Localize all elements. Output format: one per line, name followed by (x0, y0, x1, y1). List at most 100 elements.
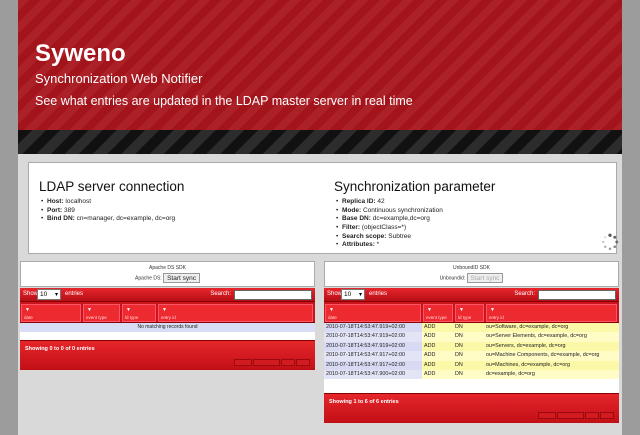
info-panel: LDAP server connection Host: localhost P… (28, 162, 619, 254)
previous-page-button[interactable] (253, 359, 280, 366)
column-header-event-type[interactable]: ▼ event type (83, 304, 120, 322)
unboundid-start-sync-button[interactable]: Start sync (466, 273, 504, 283)
column-header-date[interactable]: ▼ date (21, 304, 81, 322)
column-label: event type (426, 315, 447, 320)
apache-sdk-label: Apache DS: (135, 275, 162, 282)
sync-key: Replica ID: (342, 198, 376, 205)
cell-date: 2010-07-18T14:53:47.919+02:00 (324, 332, 422, 342)
column-label: ld type (458, 315, 472, 320)
entries-label: entries (65, 291, 84, 297)
column-label: date (24, 315, 33, 320)
app-subtitle: Synchronization Web Notifier (35, 71, 203, 86)
unboundid-sdk-title: UnboundID SDK (453, 265, 490, 271)
sort-arrow-icon: ▼ (25, 307, 30, 313)
cell-ld-type: DN (455, 352, 463, 359)
table-row[interactable]: 2010-07-18T14:53:47.917+02:00 ADD DN ou=Mac… (324, 351, 619, 361)
entries-per-page-select[interactable]: 10 (37, 289, 61, 300)
apache-table-footer: Showing 0 to 0 of 0 entries (20, 340, 315, 370)
unboundid-search-input[interactable] (538, 290, 616, 300)
entries-per-page-value: 10 (40, 291, 48, 298)
column-header-date[interactable]: ▼ date (325, 304, 421, 322)
ldap-item-host: Host: localhost (41, 198, 184, 207)
unboundid-table-footer: Showing 1 to 6 of 6 entries (324, 393, 619, 423)
ldap-heading: LDAP server connection (39, 179, 185, 194)
cell-date: 2010-07-18T14:53:47.900+02:00 (324, 369, 422, 380)
column-header-entry-id[interactable]: ▼ entry id (158, 304, 313, 322)
sync-item-basedn: Base DN: dc=example,dc=org (336, 215, 495, 224)
first-page-button[interactable] (538, 412, 556, 419)
table-row[interactable]: 2010-07-18T14:53:47.919+02:00 ADD DN ou=Sof… (324, 323, 619, 333)
ldap-item-binddn: Bind DN: cn=manager, dc=example, dc=org (41, 215, 184, 224)
cell-ld-type: DN (455, 324, 463, 330)
next-page-button[interactable] (585, 412, 599, 419)
apache-pagination (233, 359, 310, 366)
sync-value: (objectClass=*) (361, 224, 407, 232)
show-label: Show (23, 291, 39, 297)
cell-ld-type: DN (455, 370, 463, 377)
table-row[interactable]: 2010-07-18T14:53:47.919+02:00 ADD DN ou=Ser… (324, 341, 619, 352)
last-page-button[interactable] (296, 359, 310, 366)
sync-item-replica: Replica ID: 42 (336, 198, 495, 207)
column-label: entry id (161, 315, 176, 320)
sync-key: Base DN: (342, 215, 371, 223)
sync-key: Filter: (342, 224, 361, 232)
cell-entry-id: ou=Machines, dc=example, dc=org (486, 361, 571, 368)
cell-ld-type: DN (455, 342, 463, 349)
sort-arrow-icon: ▼ (329, 307, 334, 313)
sort-arrow-icon: ▼ (87, 307, 92, 313)
sync-item-attributes: Attributes: * (336, 241, 495, 250)
show-label: Show (327, 291, 343, 297)
entries-label: entries (369, 291, 388, 297)
sync-parameter-section: Synchronization parameter Replica ID: 42… (334, 179, 495, 250)
first-page-button[interactable] (234, 359, 252, 366)
ldap-value: 389 (63, 206, 75, 214)
cell-ld-type: DN (455, 333, 463, 340)
cell-date: 2010-07-18T14:53:47.917+02:00 (324, 351, 422, 361)
table-row[interactable]: 2010-07-18T14:53:47.917+02:00 ADD DN ou=Mac… (324, 360, 619, 370)
unboundid-table-toolbar: Show 10 entries Search: (324, 288, 619, 302)
unboundid-sdk-box: UnboundID SDK Unboundid: Start sync (324, 261, 619, 287)
search-label: Search: (514, 291, 535, 297)
column-header-ld-type[interactable]: ▼ ld type (455, 304, 484, 322)
sync-key: Search scope: (342, 232, 387, 240)
table-row[interactable]: 2010-07-18T14:53:47.900+02:00 ADD DN dc=exa… (324, 369, 619, 380)
apache-sdk-box: Apache DS SDK Apache DS: Start sync (20, 261, 315, 287)
entries-per-page-value: 10 (344, 291, 352, 298)
apache-sdk-title: Apache DS SDK (149, 265, 186, 271)
sync-item-filter: Filter: (objectClass=*) (336, 224, 495, 233)
column-header-ld-type[interactable]: ▼ ld type (122, 304, 156, 322)
cell-entry-id: dc=example, dc=org (486, 370, 535, 377)
sort-arrow-icon: ▼ (490, 307, 495, 313)
ldap-value: cn=manager, dc=example, dc=org (76, 215, 176, 223)
no-records-message: No matching records found (20, 323, 315, 332)
ldap-key: Host: (47, 198, 64, 205)
last-page-button[interactable] (600, 412, 614, 419)
apache-start-sync-button[interactable]: Start sync (163, 273, 200, 283)
column-header-entry-id[interactable]: ▼ entry id (486, 304, 617, 322)
app-description: See what entries are updated in the LDAP… (35, 94, 413, 108)
cell-event-type: ADD (424, 361, 436, 368)
header-stripe (18, 130, 622, 154)
unboundid-pagination (537, 412, 614, 419)
next-page-button[interactable] (281, 359, 295, 366)
ldap-list: Host: localhost Port: 389 Bind DN: cn=ma… (39, 198, 184, 224)
cell-event-type: ADD (424, 333, 436, 340)
cell-entry-id: ou=Machine Components, dc=example, dc=or… (486, 352, 600, 359)
unboundid-sdk-row: Unboundid: Start sync (325, 273, 618, 283)
unboundid-table-panel: Show 10 entries Search: ▼ date ▼ event typ… (324, 288, 619, 423)
column-label: entry id (489, 315, 504, 320)
cell-date: 2010-07-18T14:53:47.919+02:00 (324, 323, 422, 333)
table-row[interactable]: 2010-07-18T14:53:47.919+02:00 ADD DN ou=Ser… (324, 332, 619, 342)
previous-page-button[interactable] (557, 412, 584, 419)
entries-per-page-select[interactable]: 10 (341, 289, 365, 300)
loading-spinner-icon (602, 233, 619, 251)
unboundid-table-header: ▼ date ▼ event type ▼ ld type ▼ entry id (324, 302, 619, 323)
cell-entry-id: ou=Server Elements, dc=example, dc=org (486, 333, 587, 340)
column-header-event-type[interactable]: ▼ event type (423, 304, 453, 322)
apache-search-input[interactable] (234, 290, 312, 300)
sync-key: Attributes: (342, 241, 375, 249)
ldap-item-port: Port: 389 (41, 206, 184, 216)
cell-event-type: ADD (424, 342, 436, 349)
search-label: Search: (210, 291, 231, 297)
apache-sdk-row: Apache DS: Start sync (21, 273, 314, 283)
